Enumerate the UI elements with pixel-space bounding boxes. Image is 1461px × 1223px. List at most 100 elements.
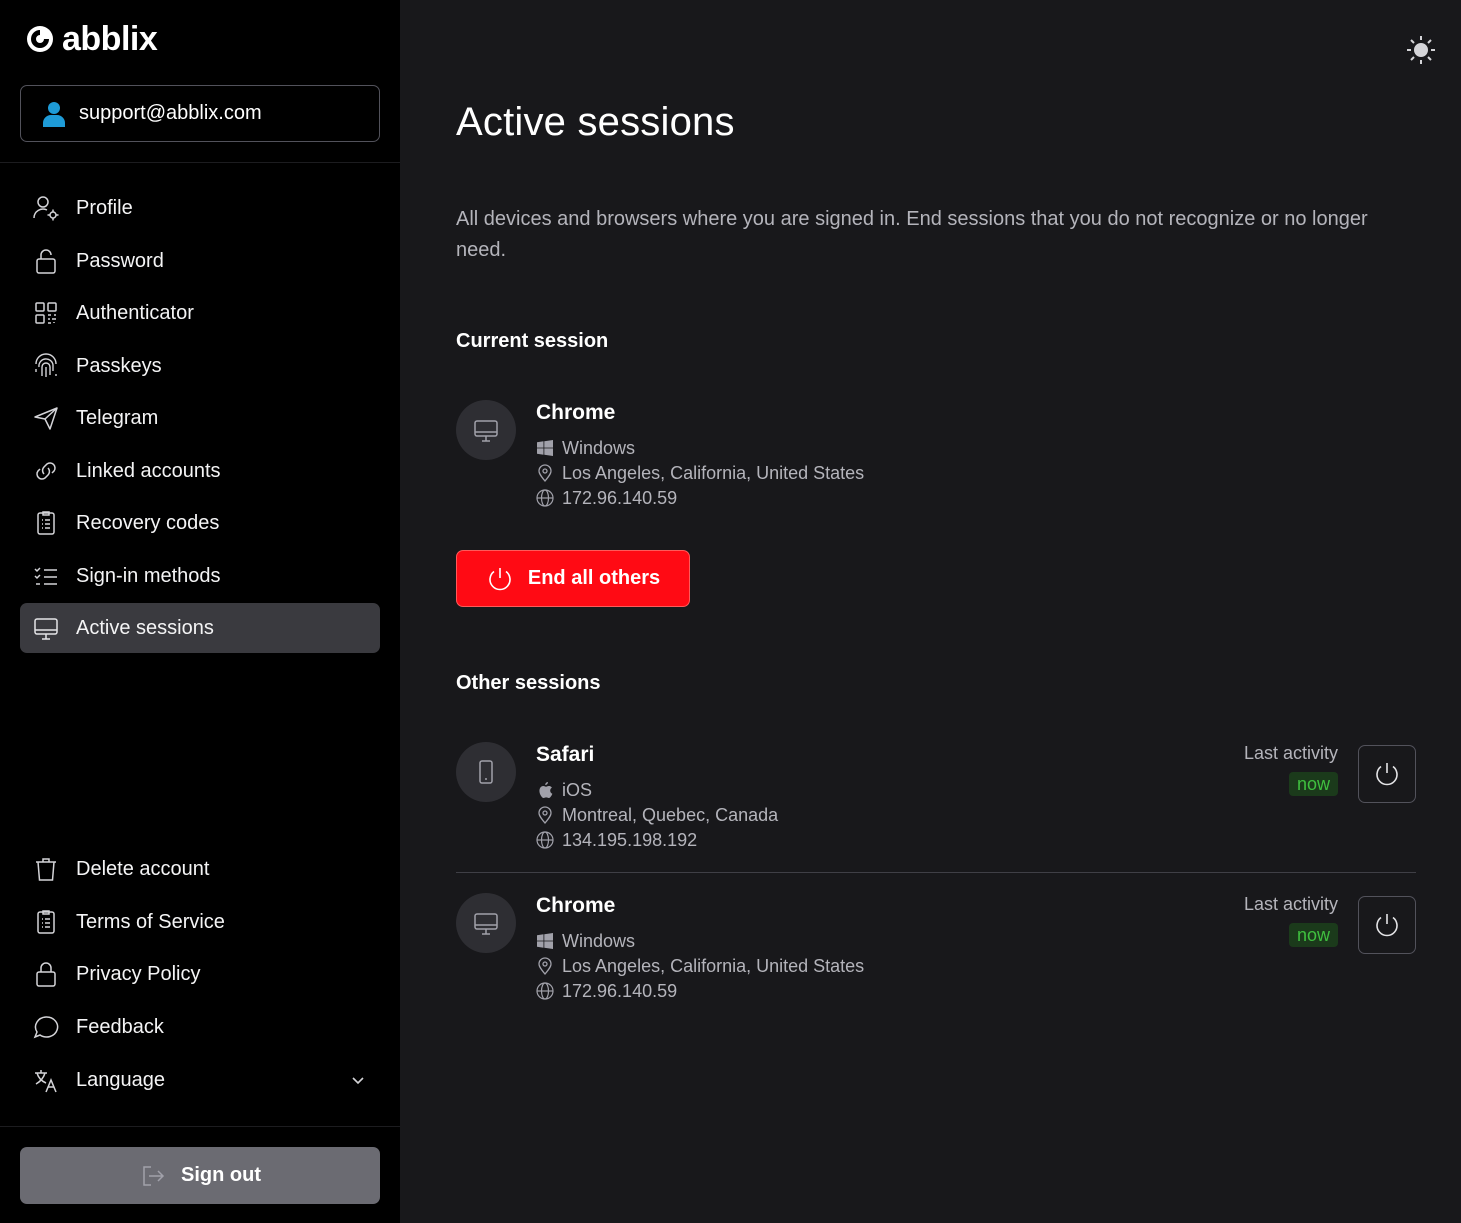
map-pin-icon xyxy=(536,464,554,482)
os-name: iOS xyxy=(562,779,593,800)
ip-address: 172.96.140.59 xyxy=(562,980,678,1001)
device-avatar xyxy=(456,400,516,460)
sidebar-item-label: Language xyxy=(76,1068,165,1091)
lock-icon xyxy=(32,960,60,988)
clipboard-list-icon xyxy=(32,908,60,936)
monitor-icon xyxy=(472,909,500,937)
paper-plane-icon xyxy=(32,404,60,432)
last-activity: Last activity now xyxy=(1244,742,1338,796)
end-session-button[interactable] xyxy=(1358,745,1416,803)
globe-icon xyxy=(536,982,554,1000)
end-all-others-button[interactable]: End all others xyxy=(456,550,690,607)
device-avatar xyxy=(456,742,516,802)
account-email: support@abblix.com xyxy=(79,102,262,124)
ip-address: 134.195.198.192 xyxy=(562,829,698,850)
end-all-others-label: End all others xyxy=(527,567,661,589)
last-activity: Last activity now xyxy=(1244,893,1338,947)
monitor-icon xyxy=(472,416,500,444)
os-name: Windows xyxy=(562,437,636,458)
app-logo[interactable]: abblix xyxy=(26,20,158,58)
power-icon xyxy=(486,565,514,593)
sign-out-icon xyxy=(139,1162,167,1190)
sidebar-item-passkeys[interactable]: Passkeys xyxy=(20,341,380,391)
sidebar-item-terms-of-service[interactable]: Terms of Service xyxy=(20,897,380,947)
os-row: Windows xyxy=(536,437,635,459)
browser-name: Chrome xyxy=(536,894,616,917)
sidebar-item-label: Passkeys xyxy=(76,354,162,377)
user-icon xyxy=(43,101,65,127)
session-item: Safari iOS Montreal, Quebec, Canada 134.… xyxy=(456,742,1416,862)
sidebar-item-label: Terms of Service xyxy=(76,910,225,933)
qr-code-icon xyxy=(32,299,60,327)
chat-bubble-icon xyxy=(32,1013,60,1041)
sidebar-item-label: Privacy Policy xyxy=(76,962,201,985)
sidebar-item-language[interactable]: Language xyxy=(20,1055,380,1105)
sidebar-item-label: Active sessions xyxy=(76,616,214,639)
sidebar-item-label: Profile xyxy=(76,196,133,219)
chevron-down-icon[interactable] xyxy=(348,1070,368,1090)
os-row: Windows xyxy=(536,930,635,952)
sidebar-item-label: Authenticator xyxy=(76,301,194,324)
globe-icon xyxy=(536,831,554,849)
location-text: Montreal, Quebec, Canada xyxy=(562,804,779,825)
sidebar-item-privacy-policy[interactable]: Privacy Policy xyxy=(20,949,380,999)
sidebar-item-feedback[interactable]: Feedback xyxy=(20,1002,380,1052)
sidebar-item-label: Sign-in methods xyxy=(76,564,221,587)
sidebar-item-authenticator[interactable]: Authenticator xyxy=(20,288,380,338)
power-icon xyxy=(1373,760,1401,788)
checklist-icon xyxy=(32,562,60,590)
monitor-icon xyxy=(32,614,60,642)
map-pin-icon xyxy=(536,806,554,824)
other-sessions-heading: Other sessions xyxy=(456,672,601,694)
trash-icon xyxy=(32,855,60,883)
page-description: All devices and browsers where you are s… xyxy=(456,208,1368,261)
location-row: Los Angeles, California, United States xyxy=(536,955,864,977)
sign-out-button[interactable]: Sign out xyxy=(20,1147,380,1204)
theme-toggle-button[interactable] xyxy=(1404,33,1438,67)
ip-row: 172.96.140.59 xyxy=(536,487,677,509)
device-avatar xyxy=(456,893,516,953)
sidebar-item-label: Recovery codes xyxy=(76,511,220,534)
sidebar-item-linked-accounts[interactable]: Linked accounts xyxy=(20,446,380,496)
power-icon xyxy=(1373,911,1401,939)
globe-icon xyxy=(536,489,554,507)
sidebar-item-label: Password xyxy=(76,249,164,272)
sidebar-item-telegram[interactable]: Telegram xyxy=(20,393,380,443)
phone-icon xyxy=(472,758,500,786)
sidebar-item-password[interactable]: Password xyxy=(20,236,380,286)
location-text: Los Angeles, California, United States xyxy=(562,462,865,483)
current-session-heading: Current session xyxy=(456,330,609,352)
windows-icon xyxy=(536,932,554,950)
sidebar-item-label: Feedback xyxy=(76,1015,164,1038)
link-icon xyxy=(32,457,60,485)
browser-name: Safari xyxy=(536,743,595,766)
sidebar-item-delete-account[interactable]: Delete account xyxy=(20,844,380,894)
account-selector[interactable]: support@abblix.com xyxy=(20,85,380,142)
browser-name: Chrome xyxy=(536,401,616,424)
location-row: Los Angeles, California, United States xyxy=(536,462,864,484)
current-session-card: Chrome Windows Los Angeles, California, … xyxy=(456,400,1416,520)
sidebar-item-label: Telegram xyxy=(76,406,159,429)
user-gear-icon xyxy=(32,194,60,222)
last-activity-label: Last activity xyxy=(1243,743,1338,763)
location-text: Los Angeles, California, United States xyxy=(562,955,865,976)
status-badge: now xyxy=(1288,923,1338,947)
sidebar-item-recovery-codes[interactable]: Recovery codes xyxy=(20,498,380,548)
status-badge: now xyxy=(1288,772,1338,796)
os-name: Windows xyxy=(562,930,636,951)
end-session-button[interactable] xyxy=(1358,896,1416,954)
location-row: Montreal, Quebec, Canada xyxy=(536,804,778,826)
sidebar-item-profile[interactable]: Profile xyxy=(20,183,380,233)
logo-text: abblix xyxy=(62,20,158,58)
ip-address: 172.96.140.59 xyxy=(562,487,678,508)
clipboard-list-icon xyxy=(32,509,60,537)
ip-row: 134.195.198.192 xyxy=(536,829,697,851)
session-item: Chrome Windows Los Angeles, California, … xyxy=(456,893,1416,1013)
abblix-logo-icon xyxy=(26,25,54,53)
sidebar-item-active-sessions[interactable]: Active sessions xyxy=(20,603,380,653)
os-row: iOS xyxy=(536,779,592,801)
map-pin-icon xyxy=(536,957,554,975)
sidebar-item-sign-in-methods[interactable]: Sign-in methods xyxy=(20,551,380,601)
sidebar-divider xyxy=(0,162,400,163)
fingerprint-icon xyxy=(32,352,60,380)
